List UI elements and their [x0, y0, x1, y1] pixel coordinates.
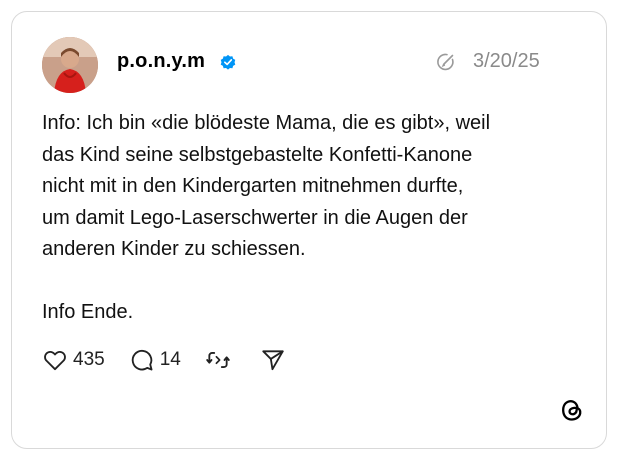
- action-bar: 435 14: [42, 346, 315, 374]
- profile-photo: [42, 37, 98, 93]
- verified-badge-icon: [220, 54, 236, 70]
- heart-icon: [44, 350, 66, 371]
- like-count: 435: [73, 349, 105, 370]
- send-icon: [262, 350, 284, 371]
- post-date: 3/20/25: [473, 50, 540, 72]
- avatar[interactable]: [42, 37, 98, 93]
- post-text: Info: Ich bin «die blödeste Mama, die es…: [42, 112, 491, 323]
- share-button[interactable]: [260, 347, 291, 373]
- repost-icon: [206, 352, 230, 368]
- post-card: p.o.n.y.m 3/20/25 Info: Ich bin «die blö…: [11, 11, 607, 449]
- username[interactable]: p.o.n.y.m: [117, 50, 205, 73]
- reply-count: 14: [159, 349, 181, 370]
- reply-button[interactable]: 14: [129, 347, 181, 373]
- comment-icon: [131, 349, 153, 371]
- threads-logo: [562, 400, 582, 421]
- like-button[interactable]: 435: [42, 347, 105, 373]
- repost-button[interactable]: [205, 347, 236, 373]
- edited-icon: [437, 53, 454, 71]
